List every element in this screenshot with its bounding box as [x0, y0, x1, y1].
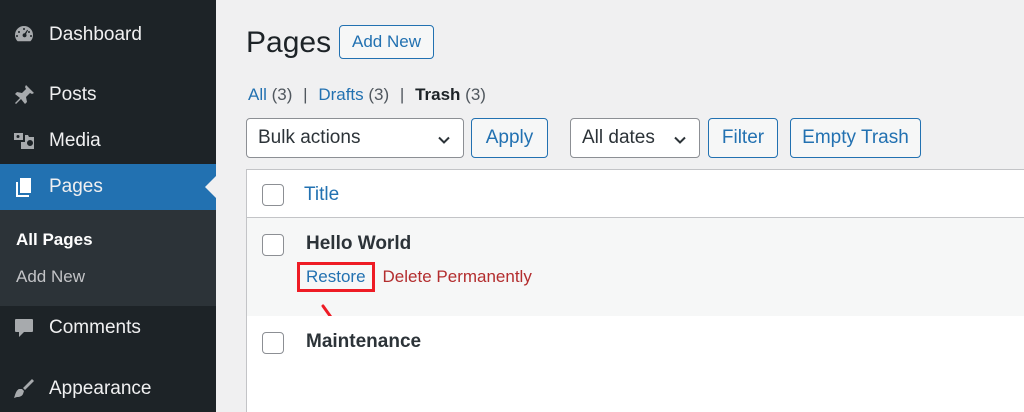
view-drafts-link[interactable]: Drafts — [318, 85, 363, 104]
sidebar-item-posts[interactable]: Posts — [0, 72, 216, 118]
table-header: Title — [247, 170, 1024, 218]
bulk-actions-select[interactable]: Bulk actions — [246, 118, 464, 158]
page-title: Pages — [246, 26, 332, 59]
sidebar-item-dashboard[interactable]: Dashboard — [0, 12, 216, 58]
view-drafts-count: (3) — [368, 85, 390, 104]
sidebar-item-comments[interactable]: Comments — [0, 305, 216, 351]
row-title: Hello World — [306, 233, 412, 254]
brush-icon — [11, 376, 37, 402]
chevron-down-icon — [437, 131, 451, 145]
row-title: Maintenance — [306, 331, 422, 352]
pin-icon — [11, 82, 37, 108]
pages-icon — [11, 174, 37, 200]
pages-table: Title Hello World Restore Delete Permane… — [246, 169, 1024, 412]
row-actions: Restore Delete Permanently — [297, 262, 532, 292]
pages-submenu: All Pages Add New — [0, 210, 216, 306]
column-header-title[interactable]: Title — [304, 184, 339, 206]
sidebar-item-label: Media — [49, 130, 101, 151]
filter-button[interactable]: Filter — [708, 118, 778, 158]
empty-trash-button[interactable]: Empty Trash — [790, 118, 921, 158]
table-row: Hello World Restore Delete Permanently — [247, 218, 1024, 338]
sidebar-item-label: Dashboard — [49, 24, 142, 45]
row-checkbox[interactable] — [262, 332, 284, 354]
view-separator: | — [399, 85, 405, 104]
restore-link[interactable]: Restore — [297, 262, 375, 292]
add-new-button[interactable]: Add New — [339, 25, 434, 59]
view-trash-current: Trash — [415, 85, 461, 104]
view-all-link[interactable]: All — [248, 85, 267, 104]
media-icon — [11, 128, 37, 154]
delete-permanently-link[interactable]: Delete Permanently — [383, 267, 532, 287]
current-menu-indicator — [205, 176, 216, 198]
table-row: Maintenance — [247, 316, 1024, 412]
sidebar-item-pages[interactable]: Pages — [0, 164, 216, 210]
sidebar-item-label: Pages — [49, 176, 103, 197]
view-trash-count: (3) — [465, 85, 486, 104]
apply-button[interactable]: Apply — [471, 118, 548, 158]
bulk-actions-value: Bulk actions — [258, 127, 361, 148]
comment-icon — [11, 315, 37, 341]
chevron-down-icon — [673, 131, 687, 145]
submenu-item-all-pages[interactable]: All Pages — [16, 230, 93, 250]
sidebar-item-appearance[interactable]: Appearance — [0, 366, 216, 412]
view-all-count: (3) — [271, 85, 293, 104]
row-checkbox[interactable] — [262, 234, 284, 256]
admin-sidebar: Dashboard Posts Media Pages All Pages Ad… — [0, 0, 216, 412]
view-separator: | — [303, 85, 308, 104]
select-all-checkbox[interactable] — [262, 184, 284, 206]
sidebar-item-label: Appearance — [49, 378, 152, 399]
dashboard-icon — [11, 22, 37, 48]
dates-value: All dates — [582, 127, 655, 148]
sidebar-item-media[interactable]: Media — [0, 118, 216, 164]
main-content: Pages Add New All (3) | Drafts (3) | Tra… — [216, 0, 1024, 412]
sidebar-item-label: Posts — [49, 84, 97, 105]
view-filters: All (3) | Drafts (3) | Trash (3) — [248, 85, 486, 105]
dates-select[interactable]: All dates — [570, 118, 700, 158]
sidebar-item-label: Comments — [49, 317, 141, 338]
submenu-item-add-new[interactable]: Add New — [16, 267, 85, 287]
